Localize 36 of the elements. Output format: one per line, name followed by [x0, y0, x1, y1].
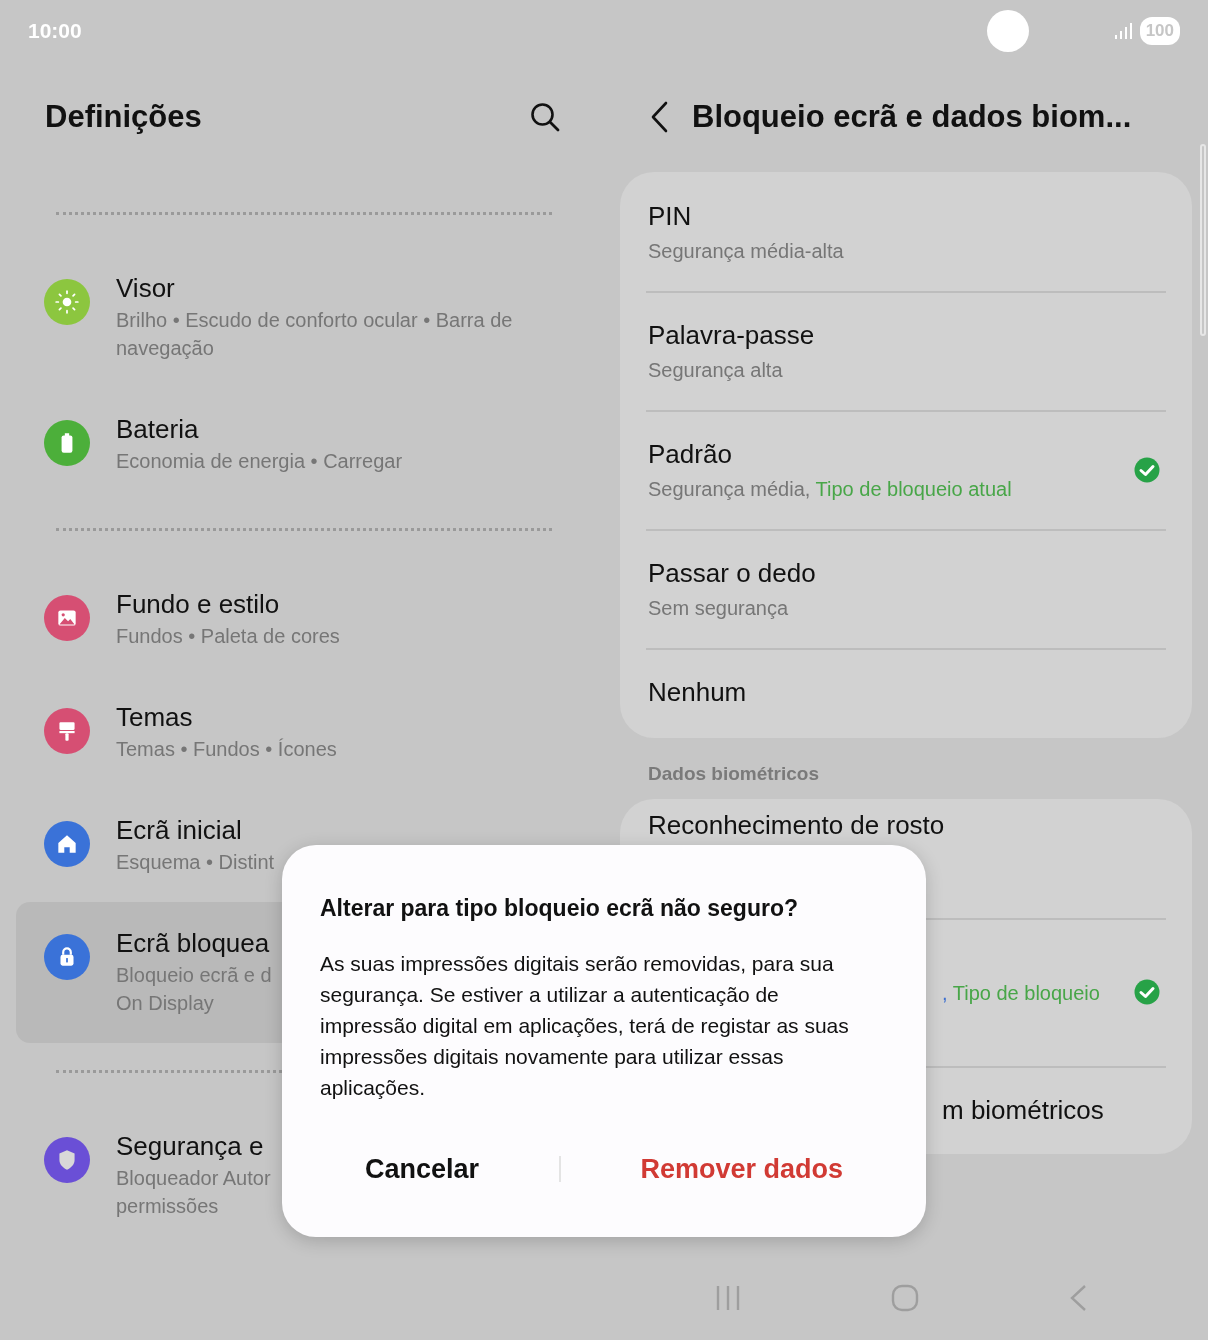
section-header: Dados biométricos: [647, 762, 821, 786]
item-title: Fundo e estilo: [116, 589, 281, 619]
item-title: Ecrã bloquea: [116, 928, 271, 958]
item-subtitle: Temas • Fundos • Ícones: [116, 737, 337, 762]
option-title: Nenhum: [648, 676, 747, 709]
item-subtitle: Brilho • Escudo de conforto ocular • Barra de navegação: [116, 308, 514, 361]
option-title: m biométricos: [942, 1093, 1104, 1127]
item-subtitle: Fundos • Paleta de cores: [116, 624, 340, 649]
item-title: Visor: [116, 273, 176, 303]
page-title: Bloqueio ecrã e dados biom...: [692, 97, 1132, 136]
option-subtitle: Sem segurança: [648, 597, 789, 619]
page-title: Definições: [45, 97, 202, 136]
option-title: Padrão: [648, 438, 732, 471]
option-subtitle: Segurança alta: [648, 359, 783, 381]
dialog-title: Alterar para tipo bloqueio ecrã não seguro?: [320, 894, 799, 923]
item-subtitle: Esquema • Distint: [116, 850, 275, 875]
option-subtitle: ,: [942, 981, 948, 1004]
item-title: Bateria: [116, 414, 200, 444]
clock: 10:00: [28, 18, 82, 45]
option-subtitle: Segurança média-alta: [648, 240, 844, 262]
dialog-message: As suas impressões digitais serão removidas, para sua segurança. Se estiver a utilizar a autenticação de impressão digital em aplicações, terá de registar as suas impressões digitais novamente para utilizar essas aplicações.: [320, 950, 850, 1101]
option-title: Passar o dedo: [648, 557, 816, 590]
status-note: Tipo de bloqueio atual: [815, 478, 1012, 500]
item-subtitle: Economia de energia • Carregar: [116, 449, 403, 474]
battery-level: 100: [1139, 17, 1180, 45]
item-title: Segurança e: [116, 1131, 265, 1161]
option-title: PIN: [648, 200, 692, 233]
item-subtitle: Bloqueador Autor: [116, 1166, 271, 1191]
item-subtitle: Bloqueio ecrã e d: [116, 963, 272, 988]
option-subtitle: Segurança média,: [648, 478, 811, 500]
item-title: Temas: [116, 702, 194, 732]
item-subtitle: On Display: [116, 991, 215, 1016]
item-title: Ecrã inicial: [116, 815, 243, 845]
item-subtitle: permissões: [116, 1194, 220, 1219]
option-title: Palavra-passe: [648, 319, 815, 352]
status-note: Tipo de bloqueio: [952, 981, 1100, 1004]
